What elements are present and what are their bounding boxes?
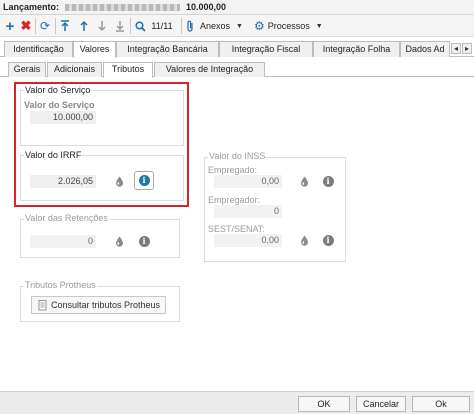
redacted-text: [65, 4, 180, 11]
last-record-icon[interactable]: [113, 18, 127, 34]
gear-icon: ⚙: [254, 19, 265, 33]
empregado-label: Empregado:: [208, 165, 258, 175]
toolbar-separator: [55, 18, 56, 34]
tab-gerais[interactable]: Gerais: [8, 62, 46, 77]
valor-inss-title: Valor do INSS: [208, 151, 267, 161]
record-counter: 11/11: [151, 21, 173, 31]
paperclip-icon: [187, 20, 193, 32]
add-icon[interactable]: +: [3, 18, 17, 35]
drop-icon[interactable]: [296, 173, 312, 189]
ok-secondary-button[interactable]: Ok: [412, 396, 470, 412]
tab-integracao-fiscal[interactable]: Integração Fiscal: [219, 41, 313, 57]
tab-valores-de-integracao[interactable]: Valores de Integração: [154, 62, 265, 77]
chevron-left-icon[interactable]: ◂: [451, 43, 461, 54]
info-icon[interactable]: i: [320, 232, 336, 248]
tab-integracao-bancaria[interactable]: Integração Bancária: [116, 41, 219, 57]
sest-senat-label: SEST/SENAT:: [208, 224, 265, 234]
toolbar-separator: [35, 18, 36, 34]
toolbar: + ✖ ⟳ 11/11 Anexos ▼ ⚙ Processos ▼: [0, 15, 474, 37]
main-tab-bar: Identificação Valores Integração Bancári…: [0, 41, 474, 58]
processos-label: Processos: [267, 21, 310, 31]
tab-valores[interactable]: Valores: [73, 41, 116, 58]
empregador-label: Empregador:: [208, 195, 261, 205]
title-label: Lançamento:: [3, 2, 60, 12]
document-icon: [38, 300, 48, 311]
anexos-label: Anexos: [200, 21, 231, 31]
chevron-down-icon: ▼: [315, 22, 323, 30]
chevron-down-icon: ▼: [236, 22, 243, 30]
tab-dados-adicionais[interactable]: Dados Ad: [400, 41, 450, 57]
tab-integracao-folha[interactable]: Integração Folha: [313, 41, 400, 57]
highlight-box: [14, 82, 189, 207]
empregador-field[interactable]: 0: [214, 205, 282, 218]
tab-identificacao[interactable]: Identificação: [4, 41, 73, 57]
title-value: 10.000,00: [186, 2, 227, 12]
toolbar-separator: [181, 18, 182, 34]
processos-menu[interactable]: ⚙ Processos ▼: [254, 18, 330, 34]
valor-retencoes-field[interactable]: 0: [30, 235, 96, 248]
ok-button[interactable]: OK: [298, 396, 350, 412]
search-icon[interactable]: [133, 18, 147, 34]
footer-bar: OK Cancelar Ok: [0, 391, 474, 414]
info-icon[interactable]: i: [136, 233, 152, 249]
delete-icon[interactable]: ✖: [19, 18, 33, 34]
chevron-right-icon[interactable]: ▸: [462, 43, 472, 54]
toolbar-separator: [130, 18, 131, 34]
consultar-tributos-button[interactable]: Consultar tributos Protheus: [31, 296, 166, 314]
anexos-menu[interactable]: Anexos ▼: [186, 18, 248, 34]
previous-record-icon[interactable]: [77, 18, 91, 34]
first-record-icon[interactable]: [58, 18, 72, 34]
cancel-button[interactable]: Cancelar: [356, 396, 406, 412]
consultar-tributos-label: Consultar tributos Protheus: [51, 300, 161, 310]
info-icon[interactable]: i: [320, 173, 336, 189]
tab-tributos[interactable]: Tributos: [103, 62, 153, 78]
drop-icon[interactable]: [296, 232, 312, 248]
next-record-icon[interactable]: [95, 18, 109, 34]
tributos-protheus-title: Tributos Protheus: [24, 280, 97, 290]
title-bar: Lançamento: 10.000,00: [0, 0, 474, 15]
refresh-icon[interactable]: ⟳: [38, 18, 52, 34]
sub-tab-bar: Gerais Adicionais Tributos Valores de In…: [0, 62, 474, 78]
sest-senat-field[interactable]: 0,00: [214, 234, 282, 247]
drop-icon[interactable]: [111, 233, 127, 249]
valor-retencoes-title: Valor das Retenções: [24, 213, 109, 223]
empregado-field[interactable]: 0,00: [214, 175, 282, 188]
tab-adicionais[interactable]: Adicionais: [47, 62, 102, 77]
